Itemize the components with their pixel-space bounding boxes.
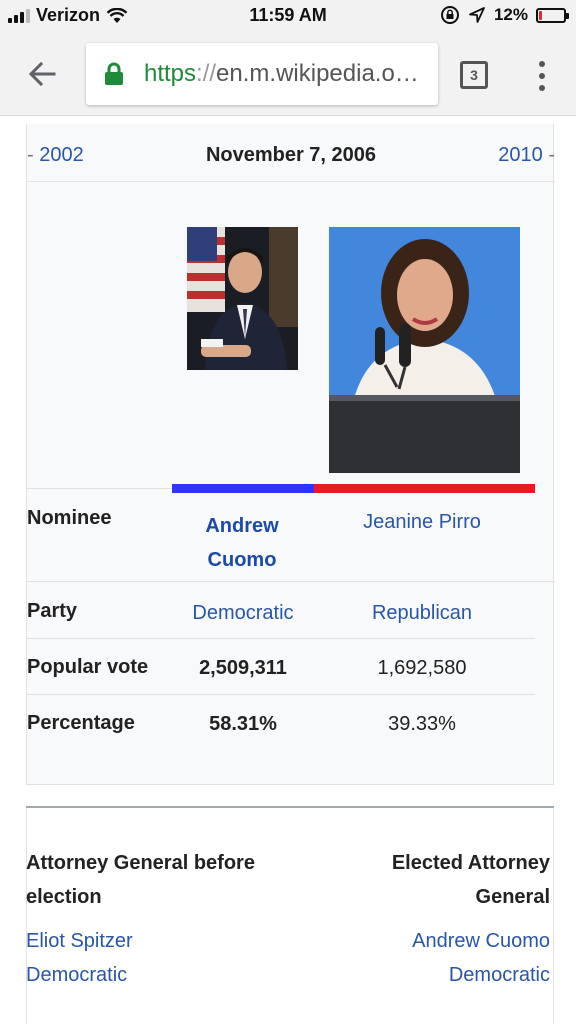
battery-level: [539, 10, 542, 20]
succession-before-heading: Attorney General before election: [26, 852, 255, 908]
status-bar-right: 12%: [440, 5, 569, 25]
succession-after: Elected Attorney General Andrew Cuomo De…: [320, 846, 550, 992]
candidate2-photo[interactable]: [329, 227, 520, 473]
election-date: November 7, 2006: [205, 144, 377, 166]
election-infobox: - 2002 November 7, 2006 2010 - Nominee A…: [26, 124, 555, 784]
candidate2-name-link[interactable]: Jeanine Pirro: [332, 511, 512, 534]
percentage-label: Percentage: [27, 712, 135, 734]
back-button[interactable]: [22, 54, 62, 94]
candidate1-party-color-bar: [172, 484, 314, 493]
succession-after-heading: Elected Attorney General: [391, 852, 550, 908]
party-label: Party: [27, 600, 78, 622]
status-bar: Verizon 11:59 AM 12%: [0, 0, 576, 34]
next-election-link[interactable]: 2010 -: [498, 144, 555, 167]
candidate2-popular-vote: 1,692,580: [377, 657, 467, 679]
election-nav-row: - 2002 November 7, 2006 2010 -: [27, 124, 555, 182]
infobox-bottom-border: [26, 784, 554, 785]
tab-switcher-icon[interactable]: 3: [460, 61, 488, 89]
overflow-menu-icon[interactable]: [530, 58, 554, 94]
lock-icon: [100, 60, 128, 88]
nominee-label: Nominee: [27, 507, 112, 529]
candidate2-party-link[interactable]: Republican: [332, 602, 512, 625]
candidate1-popular-vote: 2,509,311: [199, 657, 287, 679]
predecessor-party-link[interactable]: Democratic: [26, 958, 296, 992]
candidate2-party-color-bar: [314, 484, 535, 493]
candidate1-photo[interactable]: [187, 227, 298, 370]
url-scheme: https: [144, 60, 197, 87]
divider: [27, 694, 535, 695]
battery-percent: 12%: [493, 5, 528, 24]
divider: [27, 638, 535, 639]
rotation-lock-icon: [440, 6, 459, 24]
popular-vote-label: Popular vote: [27, 656, 149, 678]
url-host: en.m.wikipedia.o…: [216, 60, 419, 87]
address-bar[interactable]: https://en.m.wikipedia.o…: [86, 43, 438, 105]
divider: [27, 581, 555, 582]
successor-name-link[interactable]: Andrew Cuomo: [320, 924, 550, 958]
candidate1-party-link[interactable]: Democratic: [172, 602, 314, 625]
divider: [27, 488, 172, 489]
candidate1-percentage: 58.31%: [209, 713, 277, 735]
candidate2-percentage: 39.33%: [388, 713, 456, 735]
predecessor-name-link[interactable]: Eliot Spitzer: [26, 924, 296, 958]
browser-toolbar: https://en.m.wikipedia.o… 3: [0, 34, 576, 116]
back-arrow-icon: [28, 61, 56, 87]
location-arrow-icon: [469, 7, 485, 23]
url-text: https://en.m.wikipedia.o…: [144, 60, 419, 88]
succession-divider: [26, 806, 554, 808]
battery-icon: [536, 7, 569, 23]
successor-party-link[interactable]: Democratic: [320, 958, 550, 992]
succession-before: Attorney General before election Eliot S…: [26, 846, 296, 992]
candidate1-name-link[interactable]: Andrew Cuomo: [177, 509, 307, 577]
url-separator: ://: [196, 60, 217, 87]
